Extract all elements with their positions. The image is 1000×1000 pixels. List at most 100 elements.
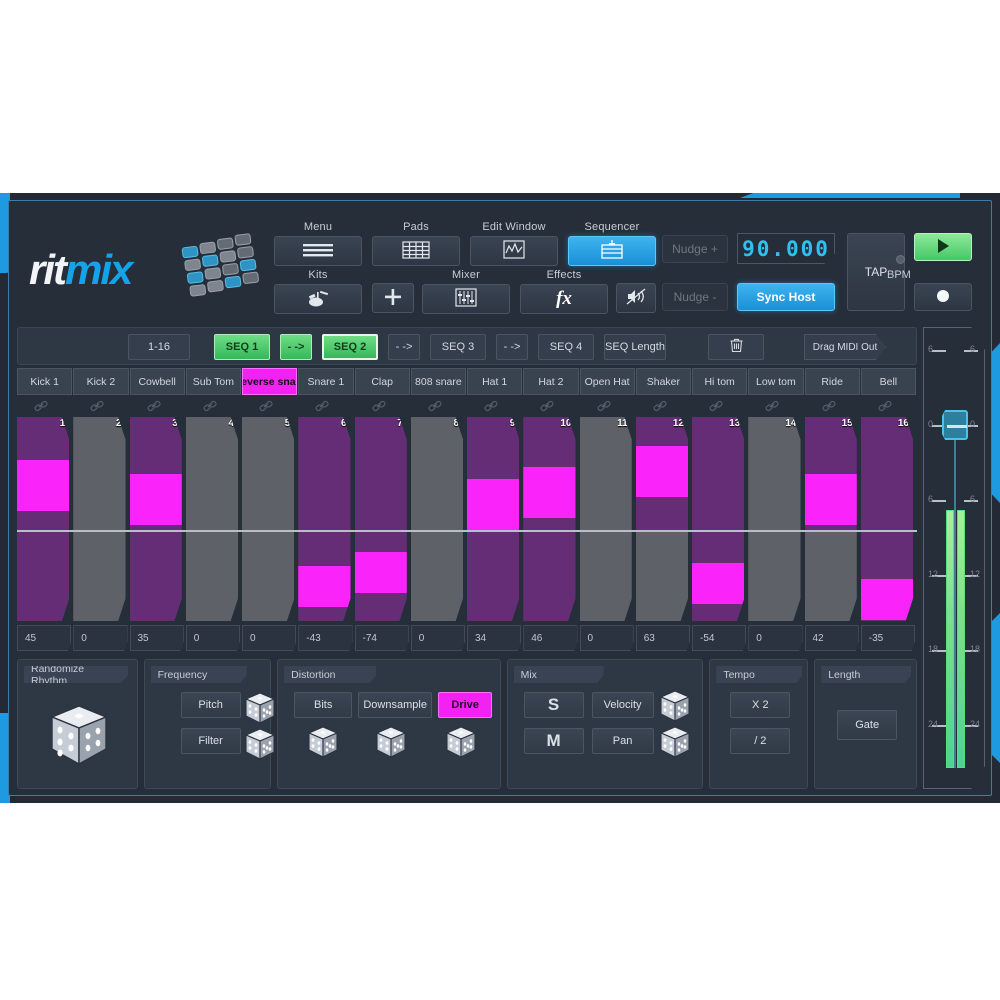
kits-button[interactable] <box>274 284 362 314</box>
drive-button[interactable]: Drive <box>438 692 493 718</box>
step-value-field[interactable]: 63 <box>635 625 690 651</box>
tempo-half-button[interactable]: / 2 <box>730 728 791 754</box>
seq-3-button[interactable]: SEQ 3 <box>430 334 486 360</box>
bits-button[interactable]: Bits <box>294 692 353 718</box>
velocity-bar-row-b[interactable] <box>354 552 407 593</box>
downsample-dice-icon[interactable] <box>375 726 407 763</box>
sequencer-step[interactable]: 16 <box>860 417 913 621</box>
step-cell-row-b[interactable] <box>804 530 857 621</box>
velocity-bar-row-a[interactable] <box>467 479 520 530</box>
pan-dice-icon[interactable] <box>659 726 690 763</box>
step-value-field[interactable]: 0 <box>410 625 465 651</box>
link-icon[interactable] <box>653 400 667 413</box>
step-cell-row-a[interactable] <box>579 417 632 530</box>
mixer-button[interactable] <box>422 284 510 314</box>
track-tab[interactable]: Shaker <box>635 368 691 395</box>
track-tab[interactable]: Low tom <box>748 368 804 395</box>
step-value-field[interactable]: 0 <box>185 625 240 651</box>
step-cell-row-a[interactable] <box>298 417 351 530</box>
step-cell-row-b[interactable] <box>467 530 520 621</box>
track-tab[interactable]: Bell <box>860 368 916 395</box>
track-tab[interactable]: Kick 1 <box>17 368 73 395</box>
sequencer-step[interactable]: 15 <box>804 417 857 621</box>
sequencer-step[interactable]: 2 <box>73 417 126 621</box>
sync-host-button[interactable]: Sync Host <box>737 283 835 311</box>
link-icon[interactable] <box>259 400 273 413</box>
track-tab[interactable]: Ride <box>804 368 860 395</box>
step-value-field[interactable]: -43 <box>298 625 353 651</box>
link-icon[interactable] <box>428 400 442 413</box>
range-button[interactable]: 1-16 <box>128 334 190 360</box>
gate-button[interactable]: Gate <box>837 710 898 740</box>
bits-dice-icon[interactable] <box>307 726 339 763</box>
step-cell-row-a[interactable] <box>185 417 238 530</box>
step-cell-row-b[interactable] <box>129 530 182 621</box>
filter-button[interactable]: Filter <box>180 728 241 754</box>
seq-link-1-button[interactable]: - -> <box>280 334 312 360</box>
step-value-field[interactable]: 0 <box>242 625 297 651</box>
track-tab[interactable]: Reverse snare <box>242 368 298 395</box>
step-value-field[interactable]: -54 <box>692 625 747 651</box>
seq-4-button[interactable]: SEQ 4 <box>538 334 594 360</box>
sequencer-step[interactable]: 10 <box>523 417 576 621</box>
step-value-field[interactable]: -74 <box>354 625 409 651</box>
nudge-minus-button[interactable]: Nudge - <box>662 283 728 311</box>
filter-dice-icon[interactable] <box>244 728 276 765</box>
step-value-field[interactable]: -35 <box>860 625 915 651</box>
link-icon[interactable] <box>765 400 779 413</box>
sequencer-step[interactable]: 3 <box>129 417 182 621</box>
link-icon[interactable] <box>34 400 48 413</box>
link-icon[interactable] <box>371 400 386 413</box>
sequencer-step[interactable]: 8 <box>410 417 463 621</box>
link-icon[interactable] <box>709 400 723 413</box>
nudge-plus-button[interactable]: Nudge + <box>662 235 728 263</box>
seq-1-button[interactable]: SEQ 1 <box>214 334 270 360</box>
velocity-bar-row-b[interactable] <box>298 566 351 607</box>
step-cell-row-b[interactable] <box>748 530 801 621</box>
step-cell-row-b[interactable] <box>579 530 632 621</box>
step-cell-row-b[interactable] <box>185 530 238 621</box>
delete-sequence-button[interactable] <box>708 334 764 360</box>
step-cell-row-b[interactable] <box>73 530 126 621</box>
pan-button[interactable]: Pan <box>591 728 654 754</box>
step-cell-row-b[interactable] <box>242 530 295 621</box>
sequencer-step[interactable]: 6 <box>298 417 351 621</box>
step-value-field[interactable]: 35 <box>129 625 184 651</box>
drive-dice-icon[interactable] <box>445 726 477 763</box>
track-tab[interactable]: Clap <box>354 368 410 395</box>
track-tab[interactable]: Hi tom <box>692 368 748 395</box>
fader-track[interactable] <box>954 438 956 768</box>
effects-button[interactable]: fx <box>520 284 608 314</box>
step-cell-row-a[interactable] <box>748 417 801 530</box>
link-icon[interactable] <box>821 400 836 413</box>
track-tab[interactable]: Sub Tom <box>185 368 241 395</box>
track-tab[interactable]: Snare 1 <box>298 368 354 395</box>
step-cell-row-b[interactable] <box>410 530 463 621</box>
step-cell-row-a[interactable] <box>692 417 745 530</box>
sequencer-step[interactable]: 13 <box>692 417 745 621</box>
step-value-field[interactable]: 45 <box>17 625 72 651</box>
record-button[interactable] <box>914 283 972 311</box>
seq-length-button[interactable]: SEQ Length <box>604 334 666 360</box>
tempo-double-button[interactable]: X 2 <box>730 692 791 718</box>
velocity-bar-row-a[interactable] <box>635 446 688 497</box>
volume-fader-handle[interactable] <box>942 410 968 440</box>
sequencer-step[interactable]: 9 <box>467 417 520 621</box>
velocity-bar-row-a[interactable] <box>17 460 70 511</box>
step-value-field[interactable]: 42 <box>804 625 859 651</box>
track-tab[interactable]: 808 snare <box>410 368 466 395</box>
seq-2-button[interactable]: SEQ 2 <box>322 334 378 360</box>
velocity-button[interactable]: Velocity <box>591 692 654 718</box>
link-icon[interactable] <box>484 400 498 413</box>
sequencer-step[interactable]: 1 <box>17 417 70 621</box>
menu-button[interactable] <box>274 236 362 266</box>
step-value-field[interactable]: 34 <box>467 625 522 651</box>
sequencer-step[interactable]: 4 <box>185 417 238 621</box>
step-cell-row-b[interactable] <box>635 530 688 621</box>
sequencer-step[interactable]: 7 <box>354 417 407 621</box>
link-icon[interactable] <box>596 400 611 413</box>
track-tab[interactable]: Cowbell <box>129 368 185 395</box>
pitch-button[interactable]: Pitch <box>180 692 241 718</box>
track-tab[interactable]: Open Hat <box>579 368 635 395</box>
step-cell-row-a[interactable] <box>242 417 295 530</box>
